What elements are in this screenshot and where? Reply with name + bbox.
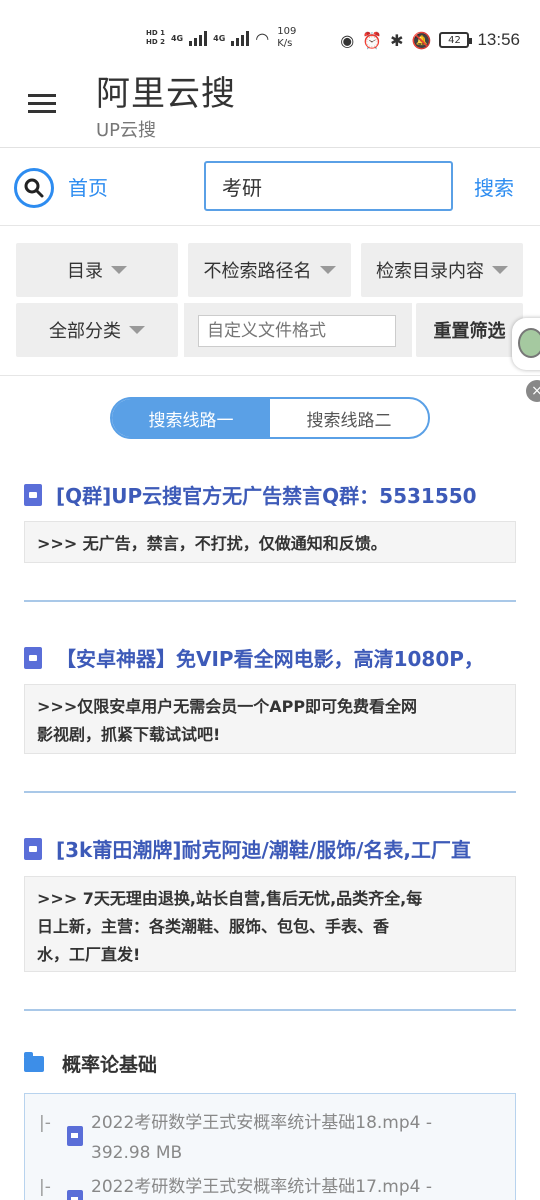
tree-prefix: |- bbox=[39, 1113, 51, 1133]
home-link[interactable]: 首页 bbox=[68, 172, 108, 201]
search-logo-icon[interactable] bbox=[14, 168, 54, 208]
result-title-text: [Q群]UP云搜官方无广告禁言Q群：5531550 bbox=[56, 484, 477, 508]
bluetooth-icon: ✱ bbox=[390, 30, 404, 50]
network-label-1: 4G bbox=[170, 33, 184, 43]
menu-icon[interactable] bbox=[28, 94, 56, 114]
divider bbox=[24, 1009, 516, 1011]
floating-close-icon[interactable]: × bbox=[526, 380, 540, 402]
result-description-line: 日上新，主营：各类潮鞋、服饰、包包、手表、香 bbox=[37, 917, 390, 936]
floating-map-button[interactable] bbox=[512, 318, 540, 370]
result-description-line: >>> 无广告，禁言，不打扰，仅做通知和反馈。 bbox=[37, 534, 387, 553]
category-dropdown[interactable]: 全部分类 bbox=[16, 303, 178, 357]
folder-icon bbox=[24, 1051, 44, 1072]
chevron-down-icon bbox=[319, 266, 336, 274]
video-file-icon bbox=[24, 837, 42, 860]
tree-prefix: |- bbox=[39, 1177, 51, 1197]
content-mode-dropdown[interactable]: 检索目录内容 bbox=[361, 243, 523, 297]
network-label-2: 4G bbox=[213, 33, 226, 43]
video-file-icon bbox=[67, 1126, 83, 1146]
chevron-down-icon bbox=[111, 266, 127, 274]
page-title: 阿里云搜 bbox=[96, 74, 236, 114]
chevron-down-icon bbox=[129, 326, 145, 334]
divider bbox=[24, 600, 516, 602]
app-header: 阿里云搜 UP云搜 bbox=[0, 60, 540, 148]
result-description-line: 影视剧，抓紧下载试试吧! bbox=[37, 725, 221, 744]
reset-filters-button[interactable]: 重置筛选 bbox=[416, 303, 523, 357]
map-icon bbox=[518, 328, 540, 358]
result-description-line: 水，工厂直发! bbox=[37, 945, 141, 964]
status-right: ◉ ⏰ ✱ 🔕 42 13:56 bbox=[340, 30, 520, 50]
result-description: >>>仅限安卓用户无需会员一个APP即可免费看全网 影视剧，抓紧下载试试吧! bbox=[24, 684, 516, 754]
search-bar: 首页 搜索 bbox=[0, 148, 540, 226]
reset-filters-label: 重置筛选 bbox=[433, 321, 506, 342]
path-mode-dropdown[interactable]: 不检索路径名 bbox=[188, 243, 351, 297]
directory-filter-dropdown[interactable]: 目录 bbox=[16, 243, 178, 297]
folder-file-list: |- 2022考研数学王式安概率统计基础18.mp4 - 392.98 MB |… bbox=[24, 1093, 516, 1200]
eye-icon: ◉ bbox=[340, 30, 355, 50]
net-speed-unit: K/s bbox=[277, 38, 293, 49]
hd-badges: HD 1 HD 2 bbox=[146, 29, 165, 47]
file-name-line: 2022考研数学王式安概率统计基础18.mp4 - bbox=[91, 1113, 433, 1133]
wifi-icon: ◠ bbox=[255, 28, 270, 48]
folder-name: 概率论基础 bbox=[62, 1054, 158, 1076]
video-file-icon bbox=[24, 483, 42, 506]
filter-panel: 目录 不检索路径名 检索目录内容 全部分类 重置筛选 bbox=[0, 226, 540, 376]
clock: 13:56 bbox=[477, 30, 520, 49]
mute-icon: 🔕 bbox=[411, 30, 432, 50]
search-input[interactable] bbox=[204, 161, 453, 211]
net-speed: 109 K/s bbox=[277, 26, 296, 50]
result-title-text: [3k莆田潮牌]耐克阿迪/潮鞋/服饰/名表,工厂直 bbox=[56, 838, 472, 862]
category-label: 全部分类 bbox=[49, 321, 121, 342]
video-file-icon bbox=[67, 1190, 83, 1200]
route-2-tab[interactable]: 搜索线路二 bbox=[270, 399, 428, 437]
result-description-line: >>>仅限安卓用户无需会员一个APP即可免费看全网 bbox=[37, 697, 418, 716]
result-title-link[interactable]: [Q群]UP云搜官方无广告禁言Q群：5531550 bbox=[24, 480, 477, 509]
folder-result-title[interactable]: 概率论基础 bbox=[24, 1050, 157, 1077]
file-size: 392.98 MB bbox=[91, 1143, 183, 1163]
battery-level: 42 bbox=[448, 34, 461, 46]
hd1-label: HD 1 bbox=[146, 29, 165, 37]
result-description-line: >>> 7天无理由退换,站长自营,售后无忧,品类齐全,每 bbox=[37, 889, 423, 908]
route-toggle: 搜索线路一 搜索线路二 bbox=[110, 397, 430, 439]
signal-icon bbox=[189, 30, 208, 46]
content-mode-label: 检索目录内容 bbox=[376, 261, 484, 282]
route-1-tab[interactable]: 搜索线路一 bbox=[112, 399, 270, 437]
battery-icon: 42 bbox=[439, 32, 473, 48]
file-name: 2022考研数学王式安概率统计基础18.mp4 - 392.98 MB bbox=[91, 1108, 501, 1168]
result-title-link[interactable]: [3k莆田潮牌]耐克阿迪/潮鞋/服饰/名表,工厂直 bbox=[24, 834, 471, 863]
alarm-icon: ⏰ bbox=[362, 30, 383, 50]
hd2-label: HD 2 bbox=[146, 38, 165, 46]
path-mode-label: 不检索路径名 bbox=[203, 261, 312, 282]
video-file-icon bbox=[24, 646, 42, 669]
search-button[interactable]: 搜索 bbox=[474, 172, 514, 201]
result-description: >>> 无广告，禁言，不打扰，仅做通知和反馈。 bbox=[24, 521, 516, 563]
net-speed-value: 109 bbox=[277, 26, 297, 37]
divider bbox=[24, 791, 516, 793]
signal-icon-2 bbox=[231, 30, 250, 46]
page-subtitle: UP云搜 bbox=[96, 120, 157, 141]
result-title-text: 【安卓神器】免VIP看全网电影，高清1080P， bbox=[56, 647, 484, 671]
file-format-input[interactable] bbox=[198, 315, 396, 347]
result-title-link[interactable]: 【安卓神器】免VIP看全网电影，高清1080P， bbox=[24, 643, 484, 672]
status-left: HD 1 HD 2 4G 4G ◠ 109 K/s bbox=[146, 26, 296, 50]
chevron-down-icon bbox=[492, 266, 508, 274]
result-description: >>> 7天无理由退换,站长自营,售后无忧,品类齐全,每 日上新，主营：各类潮鞋… bbox=[24, 876, 516, 972]
directory-filter-label: 目录 bbox=[67, 261, 103, 282]
file-name: 2022考研数学王式安概率统计基础17.mp4 - bbox=[91, 1172, 501, 1200]
format-filter-container bbox=[184, 303, 412, 357]
file-name-line: 2022考研数学王式安概率统计基础17.mp4 - bbox=[91, 1177, 433, 1197]
